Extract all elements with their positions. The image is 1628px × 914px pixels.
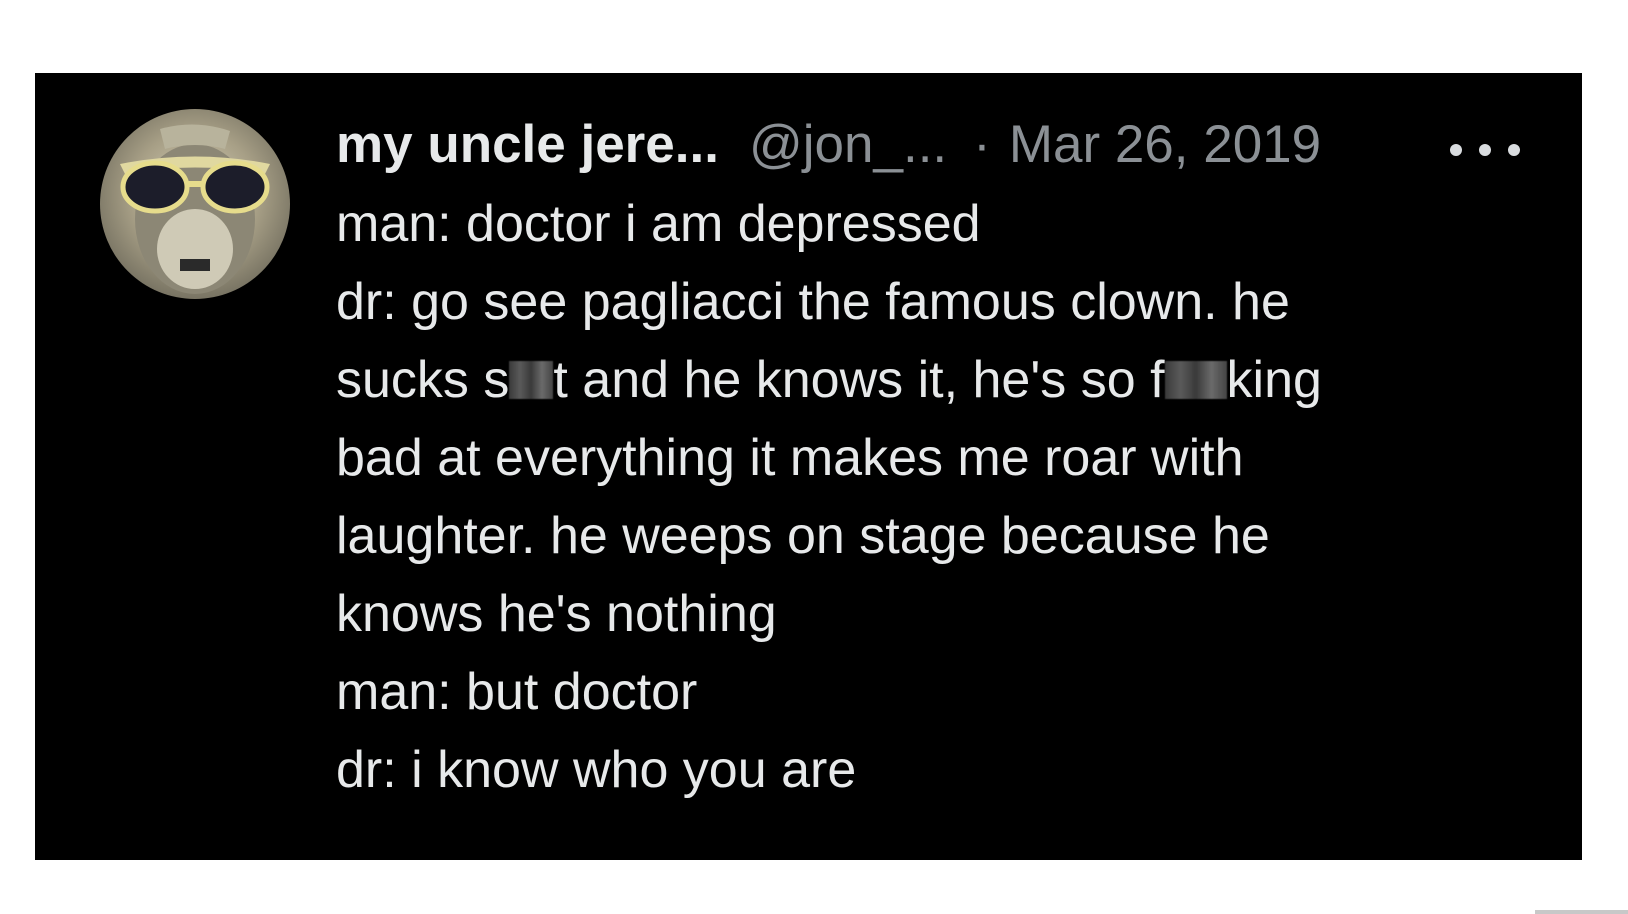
tweet-line-part: t and he knows it, he's so f <box>553 351 1165 409</box>
user-handle[interactable]: @jon_... <box>749 107 947 183</box>
censor-blur <box>509 361 554 399</box>
tweet-line: man: but doctor <box>336 663 698 721</box>
more-dot <box>1508 144 1520 156</box>
display-name[interactable]: my uncle jere... <box>336 107 719 183</box>
timestamp[interactable]: Mar 26, 2019 <box>1009 107 1321 183</box>
more-dot <box>1450 144 1462 156</box>
tweet-body: my uncle jere... @jon_... · Mar 26, 2019… <box>336 107 1496 809</box>
tweet-line: man: doctor i am depressed <box>336 195 981 253</box>
tweet-line: laughter. he weeps on stage because he <box>336 507 1270 565</box>
tweet-line: dr: i know who you are <box>336 741 857 799</box>
more-options-icon[interactable] <box>1450 135 1520 165</box>
tweet-text: man: doctor i am depressed dr: go see pa… <box>336 185 1496 809</box>
censor-blur <box>1164 361 1227 399</box>
separator-dot: · <box>973 115 991 174</box>
tweet-line: sucks s t and he knows it, he's so f king <box>336 341 1496 419</box>
tweet-line-part: king <box>1226 351 1322 409</box>
tweet-line: knows he's nothing <box>336 585 777 643</box>
tweet-line-part: sucks s <box>336 351 510 409</box>
tweet-line: bad at everything it makes me roar with <box>336 429 1244 487</box>
tweet-header: my uncle jere... @jon_... · Mar 26, 2019 <box>336 107 1496 183</box>
avatar-image <box>120 124 270 294</box>
avatar[interactable] <box>100 109 290 299</box>
tweet-line: dr: go see pagliacci the famous clown. h… <box>336 273 1290 331</box>
divider <box>1535 910 1628 914</box>
tweet-card: my uncle jere... @jon_... · Mar 26, 2019… <box>35 73 1582 860</box>
more-dot <box>1479 144 1491 156</box>
